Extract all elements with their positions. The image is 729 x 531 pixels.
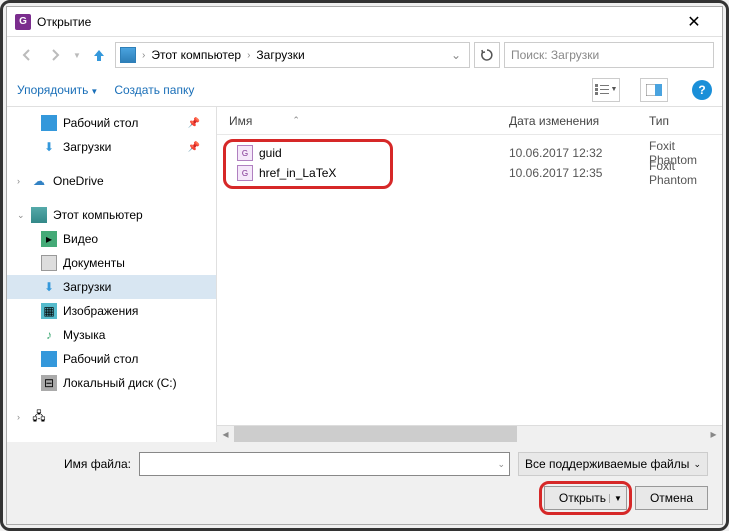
view-details-button[interactable]: ▼ — [592, 78, 620, 102]
breadcrumb[interactable]: › Этот компьютер › Загрузки ⌄ — [115, 42, 470, 68]
scroll-left-icon[interactable]: ◂ — [217, 426, 234, 443]
scroll-right-icon[interactable]: ▸ — [705, 426, 722, 443]
titlebar: G Открытие ✕ — [7, 7, 722, 37]
sidebar-item-desktop-pc[interactable]: Рабочий стол — [7, 347, 216, 371]
chevron-down-icon: ⌄ — [693, 459, 701, 470]
file-name: guid — [259, 146, 509, 160]
forward-button[interactable] — [43, 43, 67, 67]
cloud-icon: ☁ — [31, 173, 47, 189]
filename-label: Имя файла: — [21, 457, 131, 471]
sidebar-item-onedrive[interactable]: ›☁OneDrive — [7, 169, 216, 193]
dropdown-icon[interactable]: ▼ — [609, 494, 622, 503]
horizontal-scrollbar[interactable]: ◂ ▸ — [217, 425, 722, 442]
col-name[interactable]: Имя — [229, 114, 252, 128]
open-button[interactable]: Открыть ▼ — [544, 486, 627, 510]
recent-dropdown[interactable]: ▼ — [71, 43, 83, 67]
file-list[interactable]: G guid 10.06.2017 12:32 Foxit Phantom G … — [217, 135, 722, 425]
refresh-button[interactable] — [474, 42, 500, 68]
sidebar-item-downloads[interactable]: ⬇Загрузки📌 — [7, 135, 216, 159]
open-file-dialog: G Открытие ✕ ▼ › Этот компьютер › Загруз… — [6, 6, 723, 525]
file-row[interactable]: G href_in_LaTeX 10.06.2017 12:35 Foxit P… — [225, 163, 722, 183]
download-icon: ⬇ — [41, 279, 57, 295]
toolbar: Упорядочить▼ Создать папку ▼ ? — [7, 73, 722, 107]
breadcrumb-dropdown[interactable]: ⌄ — [447, 48, 465, 62]
pc-icon — [31, 207, 47, 223]
file-row[interactable]: G guid 10.06.2017 12:32 Foxit Phantom — [225, 143, 722, 163]
app-icon: G — [15, 14, 31, 30]
network-icon: 🖧 — [31, 409, 47, 425]
pdf-icon: G — [237, 145, 253, 161]
desktop-icon — [41, 115, 57, 131]
sort-arrow-icon: ⌃ — [292, 115, 300, 126]
chevron-icon: › — [17, 412, 20, 422]
help-button[interactable]: ? — [692, 80, 712, 100]
chevron-icon: › — [17, 176, 20, 186]
breadcrumb-folder[interactable]: Загрузки — [252, 48, 308, 62]
music-icon: ♪ — [41, 327, 57, 343]
sidebar[interactable]: Рабочий стол📌 ⬇Загрузки📌 ›☁OneDrive ⌄Это… — [7, 107, 217, 442]
cancel-button[interactable]: Отмена — [635, 486, 708, 510]
sidebar-item-desktop[interactable]: Рабочий стол📌 — [7, 111, 216, 135]
new-folder-button[interactable]: Создать папку — [114, 83, 194, 97]
file-name: href_in_LaTeX — [259, 166, 509, 180]
file-type: Foxit Phantom — [649, 159, 722, 187]
sidebar-item-local-disk[interactable]: ⊟Локальный диск (C:) — [7, 371, 216, 395]
download-icon: ⬇ — [41, 139, 57, 155]
desktop-icon — [41, 351, 57, 367]
footer: Имя файла: ⌄ Все поддерживаемые файлы ⌄ … — [7, 442, 722, 524]
chevron-icon: › — [142, 50, 145, 61]
document-icon — [41, 255, 57, 271]
sidebar-item-pictures[interactable]: ▦Изображения — [7, 299, 216, 323]
sidebar-item-videos[interactable]: ▸Видео — [7, 227, 216, 251]
breadcrumb-root[interactable]: Этот компьютер — [147, 48, 245, 62]
up-button[interactable] — [87, 43, 111, 67]
navbar: ▼ › Этот компьютер › Загрузки ⌄ Поиск: З… — [7, 37, 722, 73]
search-placeholder: Поиск: Загрузки — [511, 48, 599, 62]
pin-icon: 📌 — [188, 142, 200, 153]
chevron-icon: ⌄ — [17, 210, 25, 221]
col-type[interactable]: Тип — [649, 114, 722, 128]
window-title: Открытие — [37, 15, 674, 29]
scroll-thumb[interactable] — [234, 426, 517, 443]
pin-icon: 📌 — [188, 118, 200, 129]
col-date[interactable]: Дата изменения — [509, 114, 649, 128]
image-icon: ▦ — [41, 303, 57, 319]
back-button[interactable] — [15, 43, 39, 67]
disk-icon: ⊟ — [41, 375, 57, 391]
file-date: 10.06.2017 12:35 — [509, 166, 649, 180]
close-button[interactable]: ✕ — [674, 12, 714, 32]
pdf-icon: G — [237, 165, 253, 181]
chevron-icon: › — [247, 50, 250, 61]
file-date: 10.06.2017 12:32 — [509, 146, 649, 160]
filename-input[interactable]: ⌄ — [139, 452, 510, 476]
sidebar-item-this-pc[interactable]: ⌄Этот компьютер — [7, 203, 216, 227]
organize-button[interactable]: Упорядочить▼ — [17, 83, 98, 97]
preview-pane-button[interactable] — [640, 78, 668, 102]
file-pane: Имя ⌃ Дата изменения Тип G guid 10.06.201… — [217, 107, 722, 442]
sidebar-item-downloads-pc[interactable]: ⬇Загрузки — [7, 275, 216, 299]
sidebar-item-documents[interactable]: Документы — [7, 251, 216, 275]
column-headers[interactable]: Имя ⌃ Дата изменения Тип — [217, 107, 722, 135]
file-filter-dropdown[interactable]: Все поддерживаемые файлы ⌄ — [518, 452, 708, 476]
pc-icon — [120, 47, 136, 63]
search-input[interactable]: Поиск: Загрузки — [504, 42, 714, 68]
sidebar-item-music[interactable]: ♪Музыка — [7, 323, 216, 347]
video-icon: ▸ — [41, 231, 57, 247]
sidebar-item-network[interactable]: ›🖧 — [7, 405, 216, 429]
